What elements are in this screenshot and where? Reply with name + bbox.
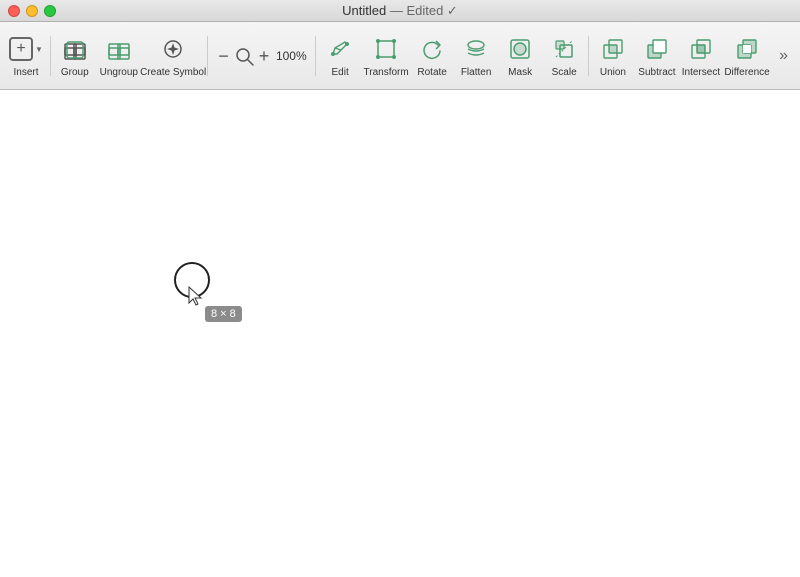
union-button[interactable]: Union bbox=[591, 26, 635, 86]
mask-icon bbox=[504, 33, 536, 65]
subtract-label: Subtract bbox=[638, 67, 675, 78]
mask-label: Mask bbox=[508, 67, 532, 78]
insert-plus-icon: + bbox=[9, 37, 33, 61]
ungroup-icon bbox=[103, 33, 135, 65]
zoom-out-button[interactable]: − bbox=[214, 43, 233, 69]
size-badge: 8 × 8 bbox=[205, 306, 242, 322]
rotate-icon bbox=[416, 33, 448, 65]
transform-button[interactable]: Transform bbox=[362, 26, 410, 86]
difference-button[interactable]: Difference bbox=[723, 26, 771, 86]
window-title: Untitled — Edited ✓ bbox=[342, 3, 458, 19]
rotate-label: Rotate bbox=[417, 67, 446, 78]
insert-chevron-icon: ▼ bbox=[35, 45, 43, 54]
toolbar: + ▼ Insert Group bbox=[0, 22, 800, 90]
rotate-button[interactable]: Rotate bbox=[410, 26, 454, 86]
group-button[interactable]: Group bbox=[53, 26, 97, 86]
ungroup-label: Ungroup bbox=[100, 67, 138, 78]
scale-button[interactable]: Scale bbox=[542, 26, 586, 86]
more-button[interactable]: » bbox=[771, 26, 796, 86]
edit-icon bbox=[324, 33, 356, 65]
union-label: Union bbox=[600, 67, 626, 78]
canvas-circle[interactable] bbox=[172, 260, 212, 300]
edit-button[interactable]: Edit bbox=[318, 26, 362, 86]
transform-icon bbox=[370, 33, 402, 65]
maximize-button[interactable] bbox=[44, 5, 56, 17]
zoom-controls: − + 100% bbox=[210, 26, 313, 86]
zoom-in-button[interactable]: + bbox=[255, 43, 274, 69]
close-button[interactable] bbox=[8, 5, 20, 17]
insert-icon: + ▼ bbox=[10, 33, 42, 65]
titlebar: Untitled — Edited ✓ bbox=[0, 0, 800, 22]
flatten-button[interactable]: Flatten bbox=[454, 26, 498, 86]
insert-button[interactable]: + ▼ Insert bbox=[4, 26, 48, 86]
subtract-button[interactable]: Subtract bbox=[635, 26, 679, 86]
group-icon bbox=[59, 33, 91, 65]
create-symbol-button[interactable]: Create Symbol bbox=[141, 26, 206, 86]
ungroup-button[interactable]: Ungroup bbox=[97, 26, 141, 86]
separator-2 bbox=[207, 36, 208, 76]
difference-icon bbox=[731, 33, 763, 65]
subtract-icon bbox=[641, 33, 673, 65]
intersect-label: Intersect bbox=[682, 67, 720, 78]
mask-button[interactable]: Mask bbox=[498, 26, 542, 86]
create-symbol-icon bbox=[157, 33, 189, 65]
scale-icon bbox=[548, 33, 580, 65]
create-symbol-label: Create Symbol bbox=[140, 67, 206, 78]
separator-4 bbox=[588, 36, 589, 76]
intersect-icon bbox=[685, 33, 717, 65]
minimize-button[interactable] bbox=[26, 5, 38, 17]
zoom-value: 100% bbox=[273, 49, 309, 63]
zoom-icon bbox=[233, 45, 255, 67]
union-icon bbox=[597, 33, 629, 65]
separator-1 bbox=[50, 36, 51, 76]
group-label: Group bbox=[61, 67, 89, 78]
edit-label: Edit bbox=[331, 67, 348, 78]
scale-label: Scale bbox=[552, 67, 577, 78]
canvas[interactable]: 8 × 8 bbox=[0, 90, 800, 577]
intersect-button[interactable]: Intersect bbox=[679, 26, 723, 86]
flatten-icon bbox=[460, 33, 492, 65]
window-controls bbox=[8, 5, 56, 17]
flatten-label: Flatten bbox=[461, 67, 492, 78]
separator-3 bbox=[315, 36, 316, 76]
difference-label: Difference bbox=[724, 67, 769, 78]
transform-label: Transform bbox=[364, 67, 409, 78]
insert-label: Insert bbox=[13, 67, 38, 78]
